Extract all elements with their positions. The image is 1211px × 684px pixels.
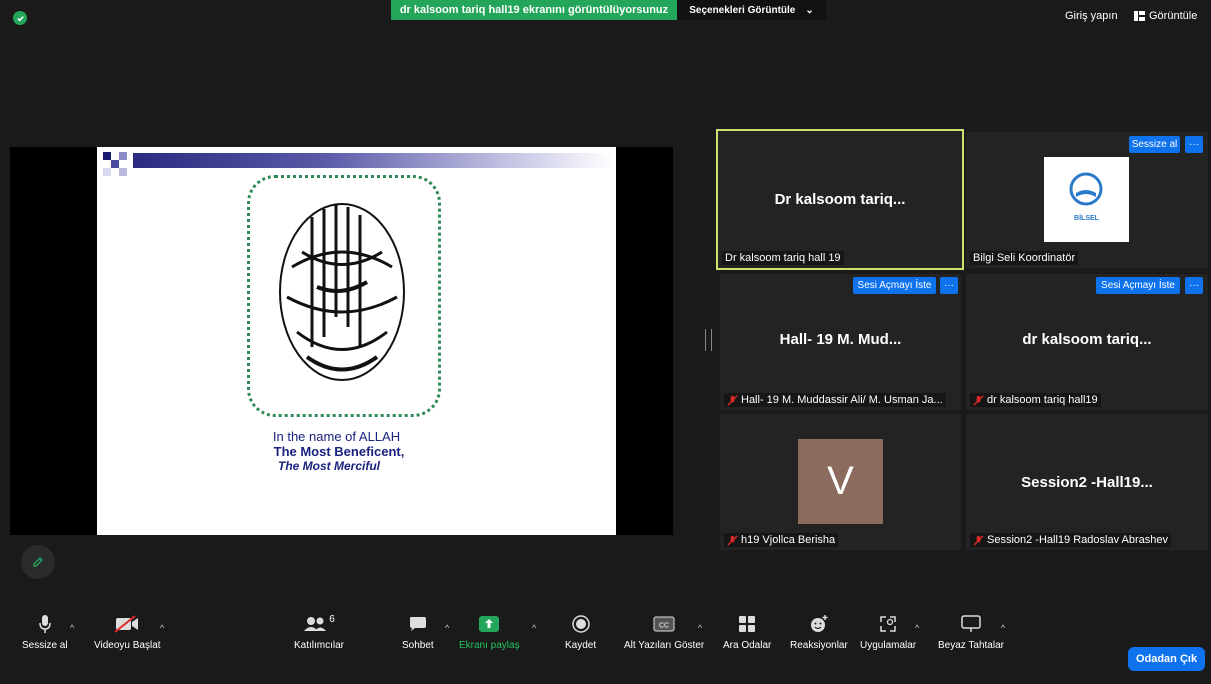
muted-mic-icon: [727, 394, 738, 406]
video-off-icon: [114, 615, 139, 633]
annotate-pencil-button[interactable]: [21, 545, 55, 579]
participant-name-label: Hall- 19 M. Muddassir Ali/ M. Usman Ja..…: [724, 393, 946, 407]
participant-name-label: Session2 -Hall19 Radoslav Abrashev: [970, 533, 1171, 547]
breakout-rooms-button[interactable]: Ara Odalar: [723, 612, 771, 651]
more-options-button[interactable]: ···: [1185, 277, 1203, 294]
chat-button[interactable]: Sohbet: [402, 612, 434, 651]
participant-name-label: Dr kalsoom tariq hall 19: [722, 251, 844, 265]
slide-caption: In the name of ALLAH The Most Beneficent…: [97, 429, 616, 473]
ask-to-unmute-button[interactable]: Sesi Açmayı İste: [1096, 277, 1180, 294]
smiley-plus-icon: [810, 615, 828, 632]
chevron-down-icon: ⌄: [805, 4, 814, 16]
view-options-button[interactable]: Seçenekleri Görüntüle ⌄: [677, 0, 826, 20]
share-options-caret[interactable]: ^: [532, 623, 536, 633]
breakout-grid-icon: [739, 616, 756, 632]
participant-display-name: Dr kalsoom tariq...: [774, 191, 906, 208]
reactions-button[interactable]: Reaksiyonlar: [790, 612, 848, 651]
view-button[interactable]: Görüntüle: [1134, 10, 1197, 22]
security-shield-icon[interactable]: [13, 11, 27, 25]
participant-display-name: Session2 -Hall19...: [1021, 474, 1153, 491]
apps-button[interactable]: Uygulamalar: [860, 612, 916, 651]
whiteboards-options-caret[interactable]: ^: [1001, 623, 1005, 633]
signin-link[interactable]: Giriş yapın: [1065, 10, 1118, 22]
participants-icon: [304, 617, 327, 631]
chat-options-caret[interactable]: ^: [445, 623, 449, 633]
book-logo-icon: [1069, 172, 1103, 206]
share-arrow-icon: [479, 616, 500, 632]
more-options-button[interactable]: ···: [940, 277, 958, 294]
mute-options-caret[interactable]: ^: [70, 623, 74, 633]
share-screen-button[interactable]: Ekranı paylaş: [459, 612, 520, 651]
whiteboards-button[interactable]: Beyaz Tahtalar: [938, 612, 1004, 651]
participants-button[interactable]: 6 Katılımcılar: [294, 612, 344, 652]
participant-tile-active-speaker[interactable]: Dr kalsoom tariq... Dr kalsoom tariq hal…: [716, 129, 964, 270]
participant-display-name: dr kalsoom tariq...: [1022, 331, 1152, 348]
participant-display-name: Hall- 19 M. Mud...: [779, 331, 902, 348]
captions-button[interactable]: CC Alt Yazıları Göster: [624, 612, 704, 651]
whiteboard-icon: [961, 615, 981, 632]
participant-logo-image: BİLSEL: [1044, 157, 1129, 242]
ask-to-unmute-button[interactable]: Sesi Açmayı İste: [853, 277, 936, 294]
pencil-icon: [33, 557, 43, 567]
svg-text:CC: CC: [659, 623, 669, 630]
record-button[interactable]: Kaydet: [565, 612, 596, 651]
participant-tile[interactable]: Session2 -Hall19... Session2 -Hall19 Rad…: [966, 414, 1208, 550]
participant-tile[interactable]: Sesi Açmayı İste ··· Hall- 19 M. Mud... …: [720, 274, 961, 410]
apps-icon: [880, 616, 896, 632]
bismillah-calligraphy-image: [279, 203, 405, 381]
view-options-label: Seçenekleri Görüntüle: [689, 4, 796, 16]
closed-captions-icon: CC: [653, 616, 675, 632]
muted-mic-icon: [973, 394, 984, 406]
mute-button[interactable]: Sessize al: [22, 612, 68, 651]
start-video-button[interactable]: Videoyu Başlat: [94, 612, 161, 651]
participant-tile[interactable]: Sessize al ··· BİLSEL Bilgi Seli Koordin…: [966, 132, 1208, 268]
participant-tile[interactable]: V h19 Vjollca Berisha: [720, 414, 961, 550]
participant-name-label: h19 Vjollca Berisha: [724, 533, 839, 547]
slide-line-1: In the name of ALLAH: [272, 429, 401, 444]
slide-pixel-decoration: [103, 152, 133, 180]
muted-mic-icon: [727, 534, 738, 546]
muted-mic-icon: [973, 534, 984, 546]
participants-count: 6: [329, 613, 335, 625]
screen-share-banner: dr kalsoom tariq hall19 ekranını görüntü…: [391, 0, 677, 20]
view-label: Görüntüle: [1149, 10, 1198, 22]
participant-name-label: Bilgi Seli Koordinatör: [970, 251, 1079, 265]
record-icon: [571, 615, 590, 633]
split-view-drag-handle[interactable]: [705, 329, 712, 351]
mute-participant-button[interactable]: Sessize al: [1129, 136, 1180, 153]
video-options-caret[interactable]: ^: [160, 623, 164, 633]
presentation-slide: In the name of ALLAH The Most Beneficent…: [97, 147, 616, 535]
more-options-button[interactable]: ···: [1185, 136, 1203, 153]
slide-line-3: The Most Merciful: [277, 459, 380, 473]
grid-view-icon: [1134, 11, 1145, 21]
logo-text: BİLSEL: [1074, 215, 1099, 222]
captions-options-caret[interactable]: ^: [698, 623, 702, 633]
leave-meeting-button[interactable]: Odadan Çık: [1128, 647, 1205, 671]
slide-header-stripe: [133, 153, 613, 168]
participant-name-label: dr kalsoom tariq hall19: [970, 393, 1101, 407]
chat-bubble-icon: [409, 617, 426, 631]
apps-options-caret[interactable]: ^: [915, 623, 919, 633]
participant-tile[interactable]: Sesi Açmayı İste ··· dr kalsoom tariq...…: [966, 274, 1208, 410]
slide-line-2: The Most Beneficent,: [273, 444, 405, 459]
avatar: V: [798, 439, 883, 524]
microphone-icon: [39, 615, 51, 633]
